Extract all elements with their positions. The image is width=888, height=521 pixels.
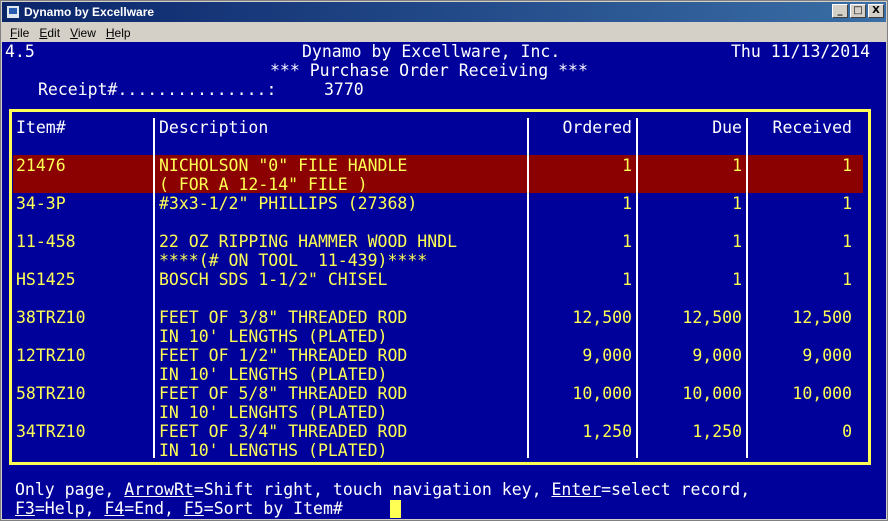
receipt-label: Receipt#...............: <box>38 80 277 99</box>
title-bar[interactable]: Dynamo by Excellware _ □ X <box>2 2 886 22</box>
item-cell: HS1425 <box>16 270 76 289</box>
received-cell: 10,000 <box>792 384 852 403</box>
arrow-right-key[interactable]: ArrowRt <box>124 480 194 499</box>
menu-bar: File Edit View Help <box>2 23 886 42</box>
date-display: Thu 11/13/2014 <box>731 42 871 61</box>
ordered-cell: 1 <box>622 270 632 289</box>
due-cell: 1 <box>732 194 742 213</box>
receipt-value[interactable]: 3770 <box>324 80 364 99</box>
f5-key[interactable]: F5 <box>184 499 204 518</box>
description-cell: FEET OF 1/2" THREADED ROD <box>159 346 408 365</box>
ordered-cell: 1 <box>622 232 632 251</box>
column-divider <box>636 118 638 458</box>
status-line-2: F3=Help, F4=End, F5=Sort by Item# <box>15 499 343 518</box>
status-text: Only page, <box>15 480 125 499</box>
column-divider <box>527 118 529 458</box>
description-line2: IN 10' LENGTHS (PLATED) <box>159 327 388 346</box>
received-cell: 12,500 <box>792 308 852 327</box>
description-line2: ****(# ON TOOL 11-439)**** <box>159 251 428 270</box>
due-cell: 1 <box>732 270 742 289</box>
item-cell: 12TRZ10 <box>16 346 86 365</box>
maximize-button[interactable]: □ <box>850 4 866 18</box>
col-header-received[interactable]: Received <box>752 118 852 137</box>
description-cell: FEET OF 5/8" THREADED ROD <box>159 384 408 403</box>
version-label: 4.5 <box>5 42 35 61</box>
item-cell: 38TRZ10 <box>16 308 86 327</box>
description-line2: IN 10' LENGTHS (PLATED) <box>159 365 388 384</box>
ordered-cell: 12,500 <box>572 308 632 327</box>
menu-help[interactable]: Help <box>106 26 131 40</box>
description-cell: FEET OF 3/4" THREADED ROD <box>159 422 408 441</box>
received-cell: 1 <box>842 156 852 175</box>
f4-key[interactable]: F4 <box>104 499 124 518</box>
col-header-description[interactable]: Description <box>159 118 268 137</box>
f3-key[interactable]: F3 <box>15 499 35 518</box>
ordered-cell: 9,000 <box>582 346 632 365</box>
description-cell: NICHOLSON "0" FILE HANDLE <box>159 156 408 175</box>
ordered-cell: 1 <box>622 156 632 175</box>
due-cell: 12,500 <box>682 308 742 327</box>
description-cell: FEET OF 3/8" THREADED ROD <box>159 308 408 327</box>
enter-key[interactable]: Enter <box>551 480 601 499</box>
input-cursor[interactable] <box>390 500 401 518</box>
due-cell: 9,000 <box>692 346 742 365</box>
item-cell: 34TRZ10 <box>16 422 86 441</box>
window-title: Dynamo by Excellware <box>24 5 155 19</box>
due-cell: 1 <box>732 232 742 251</box>
column-divider <box>746 118 748 458</box>
menu-edit[interactable]: Edit <box>39 26 60 40</box>
window-controls: _ □ X <box>832 4 884 18</box>
col-header-due[interactable]: Due <box>642 118 742 137</box>
menu-file[interactable]: File <box>10 26 29 40</box>
description-cell: #3x3-1/2" PHILLIPS (27368) <box>159 194 418 213</box>
ordered-cell: 10,000 <box>572 384 632 403</box>
company-name: Dynamo by Excellware, Inc. <box>302 42 561 61</box>
column-divider <box>153 118 155 458</box>
item-cell: 58TRZ10 <box>16 384 86 403</box>
app-window: Dynamo by Excellware _ □ X File Edit Vie… <box>0 0 888 521</box>
due-cell: 1,250 <box>692 422 742 441</box>
description-cell: BOSCH SDS 1-1/2" CHISEL <box>159 270 388 289</box>
item-cell: 34-3P <box>16 194 66 213</box>
ordered-cell: 1 <box>622 194 632 213</box>
item-cell: 21476 <box>16 156 66 175</box>
received-cell: 9,000 <box>802 346 852 365</box>
terminal-screen[interactable]: 4.5 Dynamo by Excellware, Inc. Thu 11/13… <box>2 42 886 519</box>
app-icon[interactable] <box>6 5 20 19</box>
received-cell: 0 <box>842 422 852 441</box>
status-text: =Shift right, touch navigation key, <box>193 480 552 499</box>
received-cell: 1 <box>842 232 852 251</box>
status-text: =Sort by Item# <box>203 499 343 518</box>
description-line2: IN 10' LENGHTS (PLATED) <box>159 403 388 422</box>
description-cell: 22 OZ RIPPING HAMMER WOOD HNDL <box>159 232 458 251</box>
minimize-button[interactable]: _ <box>832 4 848 18</box>
status-text: =End, <box>124 499 184 518</box>
col-header-item[interactable]: Item# <box>16 118 66 137</box>
description-line2: IN 10' LENGTHS (PLATED) <box>159 441 388 460</box>
col-header-ordered[interactable]: Ordered <box>532 118 632 137</box>
status-text: =select record, <box>601 480 751 499</box>
description-line2: ( FOR A 12-14" FILE ) <box>159 175 368 194</box>
menu-view[interactable]: View <box>70 26 96 40</box>
item-cell: 11-458 <box>16 232 76 251</box>
close-button[interactable]: X <box>868 4 884 18</box>
screen-title: *** Purchase Order Receiving *** <box>270 61 588 80</box>
status-line-1: Only page, ArrowRt=Shift right, touch na… <box>15 480 750 499</box>
due-cell: 10,000 <box>682 384 742 403</box>
received-cell: 1 <box>842 270 852 289</box>
received-cell: 1 <box>842 194 852 213</box>
ordered-cell: 1,250 <box>582 422 632 441</box>
due-cell: 1 <box>732 156 742 175</box>
status-text: =Help, <box>34 499 105 518</box>
